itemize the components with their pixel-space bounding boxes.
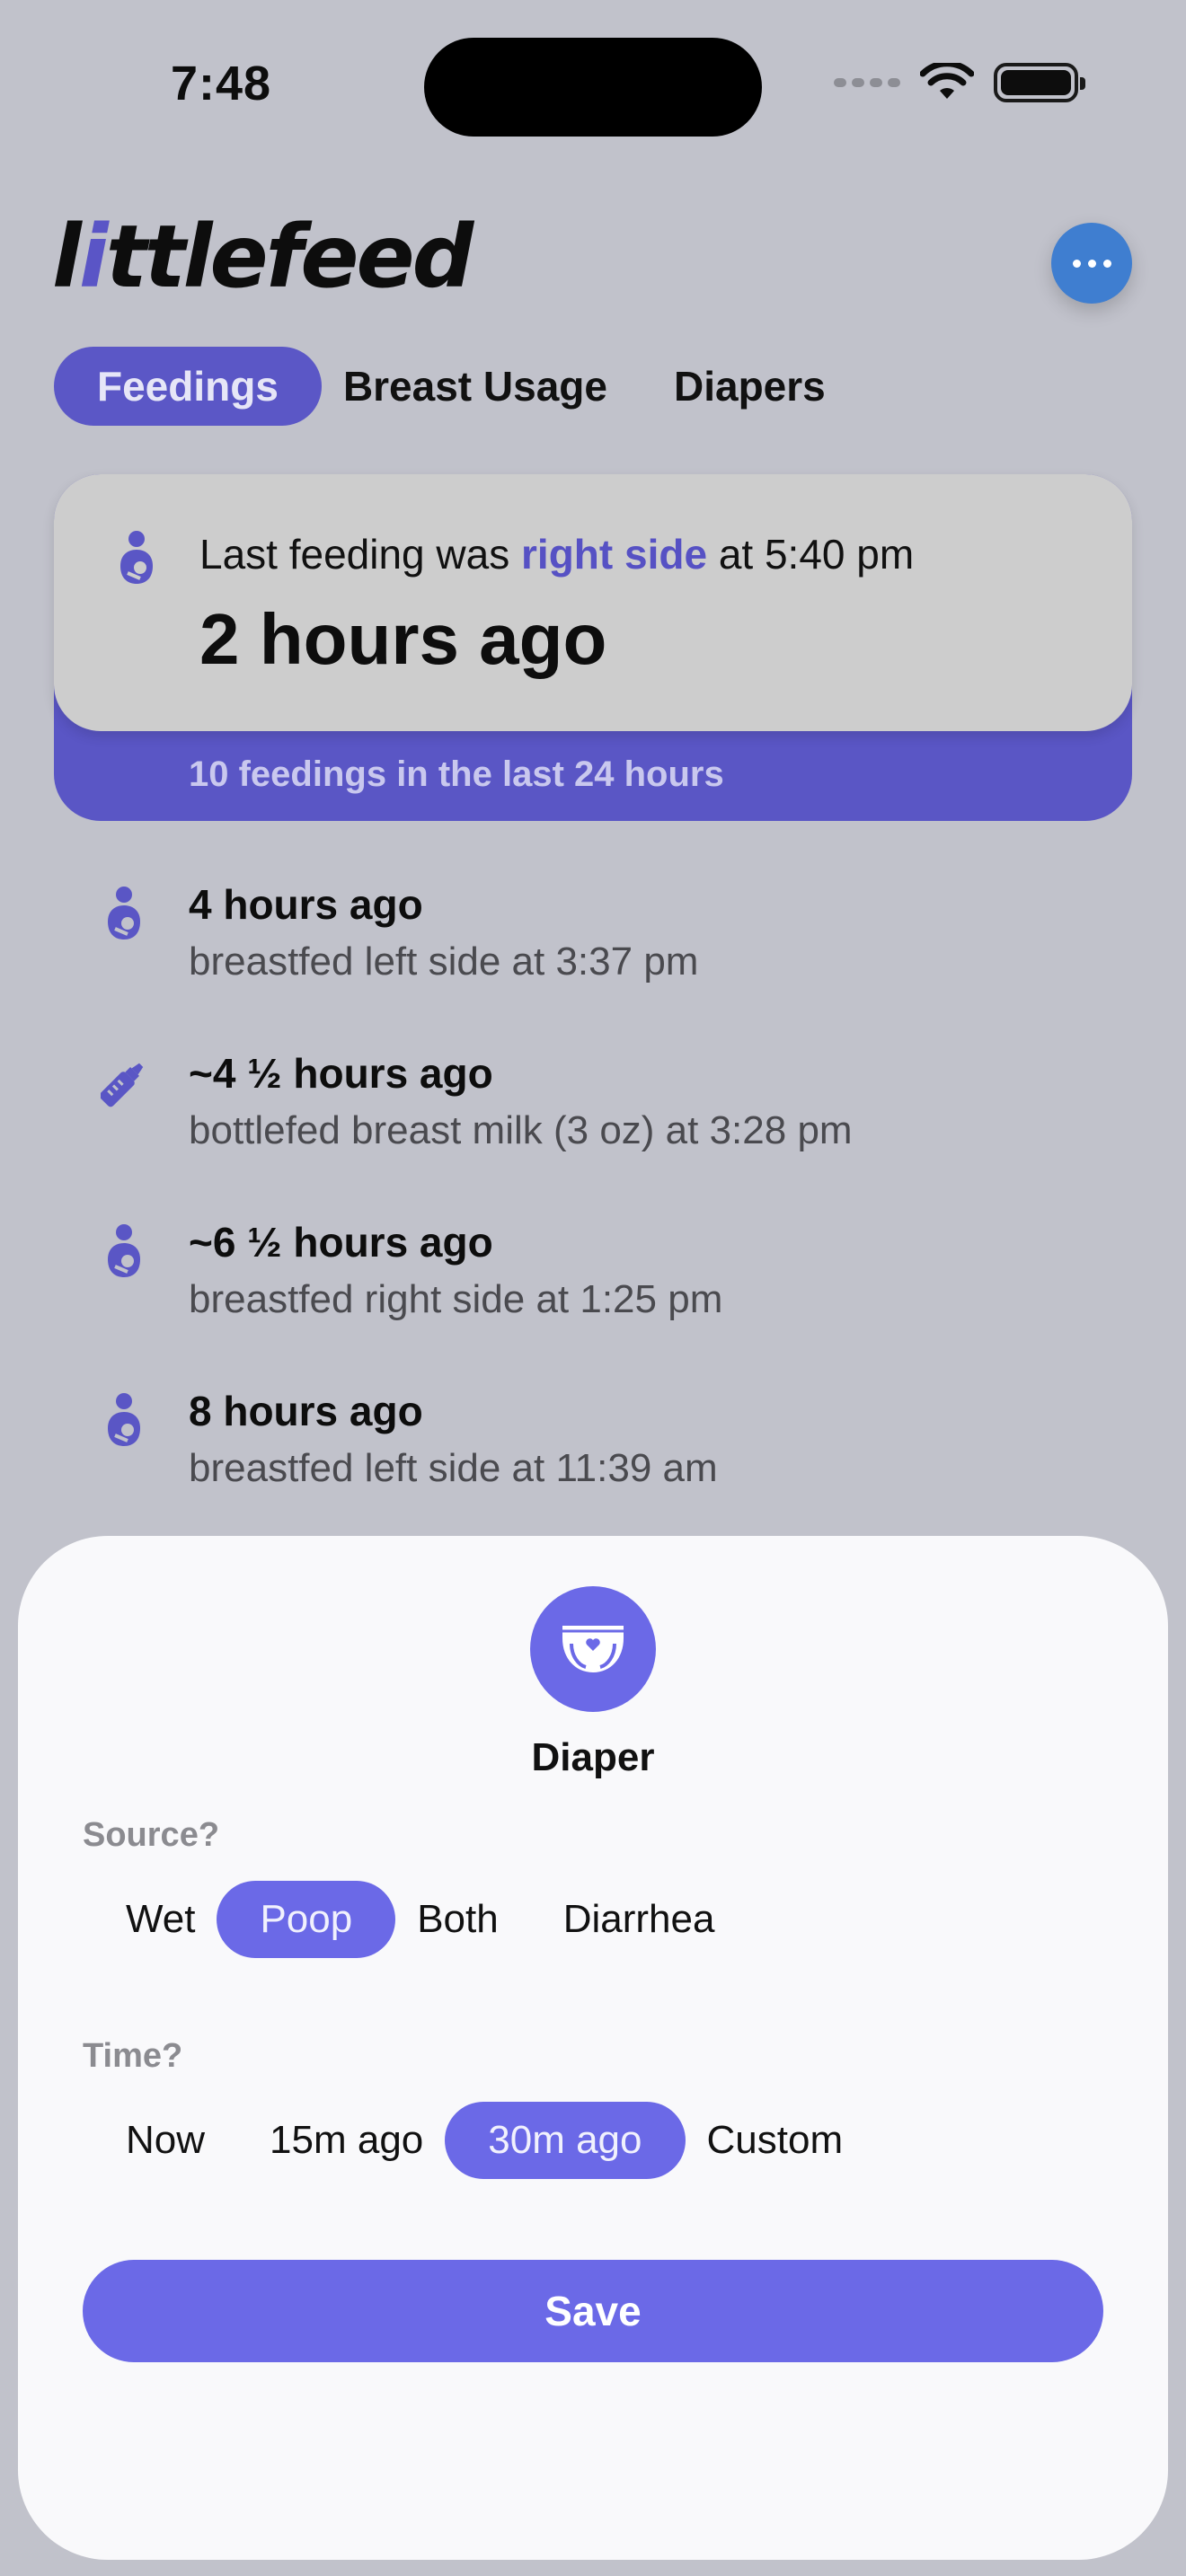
more-options-button[interactable] xyxy=(1051,223,1132,304)
breastfeeding-icon xyxy=(120,531,153,584)
diaper-icon xyxy=(530,1586,656,1712)
tab-bar: Feedings Breast Usage Diapers xyxy=(54,347,865,426)
last-feeding-summary: Last feeding was right side at 5:40 pm 2… xyxy=(54,474,1132,731)
time-label: Time? xyxy=(83,2037,183,2075)
tab-breast-usage[interactable]: Breast Usage xyxy=(322,347,647,426)
source-options: Wet Poop Both Diarrhea xyxy=(104,1881,736,1958)
time-option-now[interactable]: Now xyxy=(104,2102,226,2179)
breastfeeding-icon xyxy=(108,1224,140,1277)
feed-detail: breastfed left side at 11:39 am xyxy=(189,1446,718,1490)
last-feeding-text: Last feeding was right side at 5:40 pm xyxy=(199,531,915,578)
feed-time-ago: 4 hours ago xyxy=(189,881,423,928)
last-feeding-card[interactable]: Last feeding was right side at 5:40 pm 2… xyxy=(54,474,1132,821)
ellipsis-icon xyxy=(1072,259,1081,268)
source-option-wet[interactable]: Wet xyxy=(104,1881,217,1958)
time-options: Now 15m ago 30m ago Custom xyxy=(104,2102,864,2179)
list-item[interactable]: ~4 ½ hours ago bottlefed breast milk (3 … xyxy=(0,1049,1186,1211)
cellular-signal-icon xyxy=(834,78,900,87)
status-indicators xyxy=(834,63,1085,102)
feed-detail: breastfed right side at 1:25 pm xyxy=(189,1277,723,1321)
last-feeding-side: right side xyxy=(521,531,708,578)
last-feeding-ago: 2 hours ago xyxy=(199,599,607,679)
feed-detail: bottlefed breast milk (3 oz) at 3:28 pm xyxy=(189,1108,853,1152)
feed-detail: breastfed left side at 3:37 pm xyxy=(189,940,699,984)
tab-diapers[interactable]: Diapers xyxy=(647,347,865,426)
wifi-icon xyxy=(920,63,974,99)
time-option-15m[interactable]: 15m ago xyxy=(248,2102,445,2179)
diaper-sheet: Diaper Source? Wet Poop Both Diarrhea Ti… xyxy=(18,1536,1168,2560)
feed-time-ago: ~6 ½ hours ago xyxy=(189,1219,493,1266)
list-item[interactable]: ~6 ½ hours ago breastfed right side at 1… xyxy=(0,1218,1186,1380)
status-time: 7:48 xyxy=(171,57,272,110)
bottle-icon xyxy=(101,1063,144,1107)
source-option-diarrhea[interactable]: Diarrhea xyxy=(542,1881,737,1958)
time-option-custom[interactable]: Custom xyxy=(686,2102,865,2179)
app-logo: littlefeed xyxy=(52,207,474,307)
list-item[interactable]: 4 hours ago breastfed left side at 3:37 … xyxy=(0,880,1186,1042)
time-option-30m[interactable]: 30m ago xyxy=(445,2102,686,2179)
feed-time-ago: 8 hours ago xyxy=(189,1388,423,1434)
list-item[interactable]: 8 hours ago breastfed left side at 11:39… xyxy=(0,1387,1186,1548)
breastfeeding-icon xyxy=(108,1393,140,1446)
dynamic-island xyxy=(424,38,762,137)
source-label: Source? xyxy=(83,1816,220,1854)
tab-feedings[interactable]: Feedings xyxy=(54,347,322,426)
source-option-poop[interactable]: Poop xyxy=(217,1881,396,1958)
feedings-count: 10 feedings in the last 24 hours xyxy=(189,754,724,794)
breastfeeding-icon xyxy=(108,887,140,940)
feed-time-ago: ~4 ½ hours ago xyxy=(189,1050,493,1097)
sheet-title: Diaper xyxy=(531,1735,655,1779)
battery-icon xyxy=(994,63,1085,102)
source-option-both[interactable]: Both xyxy=(395,1881,520,1958)
save-button[interactable]: Save xyxy=(83,2260,1103,2362)
